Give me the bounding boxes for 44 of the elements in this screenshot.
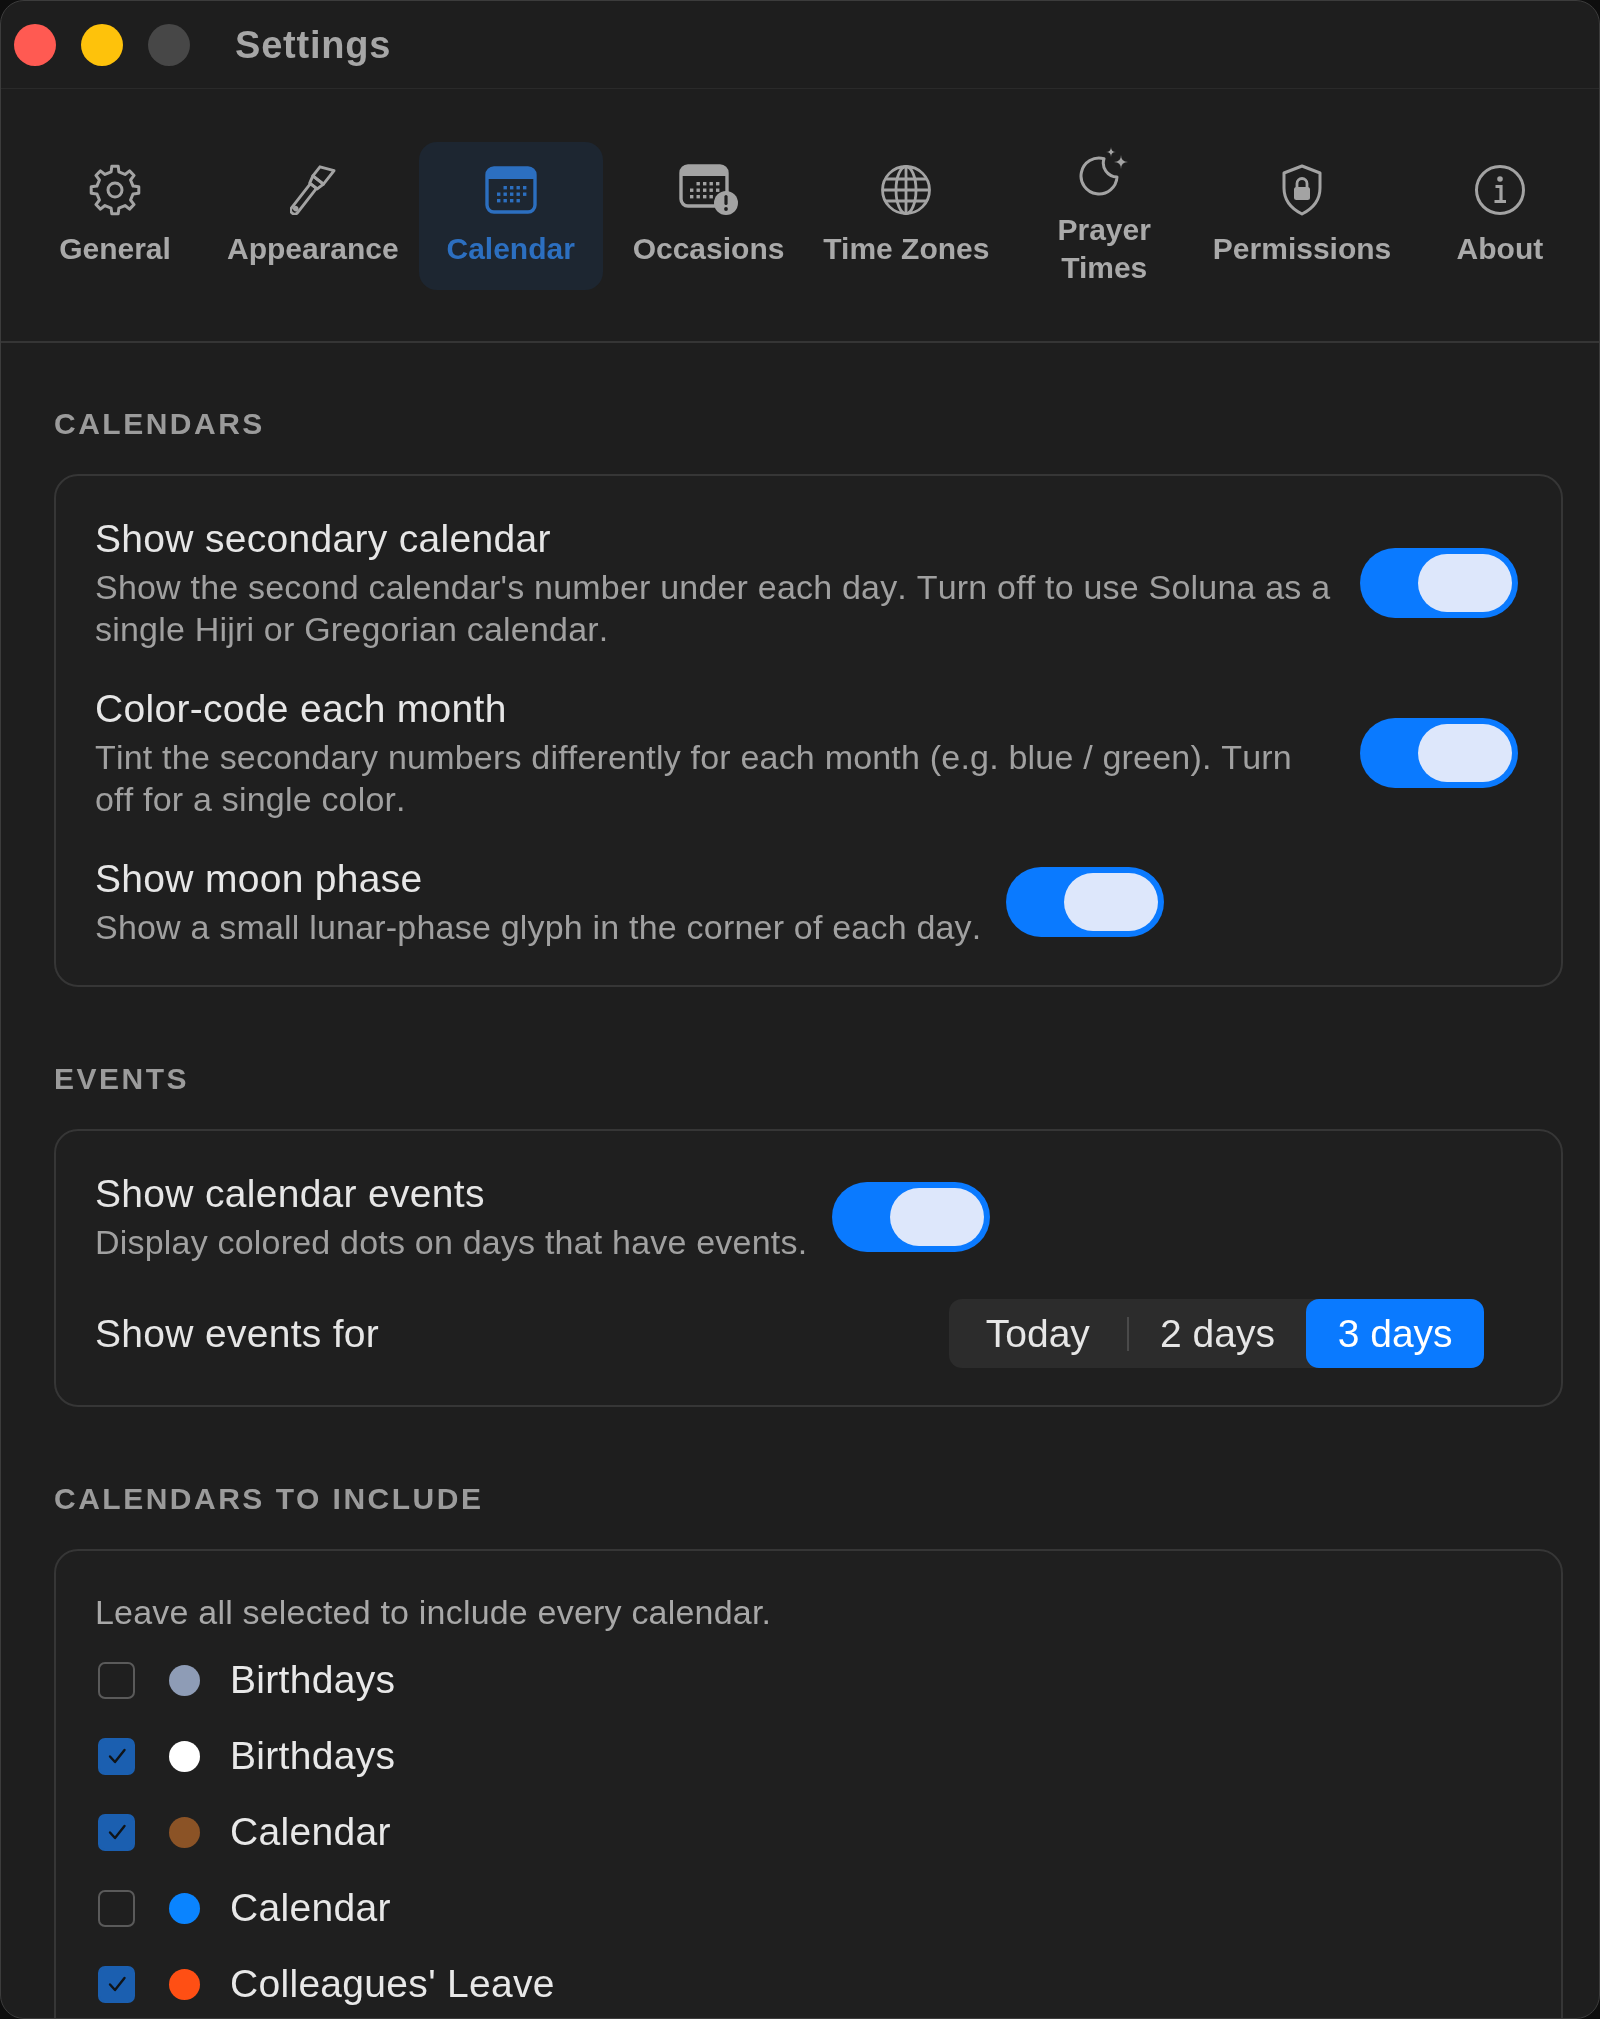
segment-option[interactable]: 3 days [1306,1299,1484,1368]
close-button[interactable] [14,23,56,66]
segment-option[interactable]: Today [949,1299,1127,1368]
calendar-name: Birthdays [230,1657,396,1703]
checkbox[interactable] [98,1661,135,1699]
setting-title: Show moon phase [95,856,424,902]
calendar-name: Calendar [230,1809,391,1855]
setting-description: Tint the secondary numbers differently for each month (e.g. blue / green). Turn off for a single color. [95,737,1293,820]
tab[interactable]: Permissions [1210,142,1395,290]
gear-icon [89,164,141,216]
globe-icon [880,164,933,216]
info-icon [1473,164,1526,216]
paintbrush-icon [289,165,336,215]
tab[interactable]: Prayer Times [1012,142,1197,290]
calendar-name: Calendar [230,1885,391,1931]
setting-title: Show calendar events [95,1171,486,1217]
segmented-control[interactable]: Today 2 days 3 days [949,1299,1484,1368]
calendar-name: Colleagues' Leave [230,1961,555,2007]
tab[interactable]: Appearance [220,142,405,290]
tab[interactable]: Time Zones [814,142,999,290]
section-heading: CALENDARS [54,407,266,441]
checkbox[interactable] [98,1965,135,2003]
setting-title: Color-code each month [95,686,508,732]
segment-option[interactable]: 2 days [1128,1299,1307,1368]
setting-title: Show secondary calendar [95,516,552,562]
checkbox[interactable] [98,1737,135,1775]
section-heading: EVENTS [54,1062,191,1096]
section-heading: CALENDARS TO INCLUDE [54,1482,485,1516]
shield-lock-icon [1280,164,1325,216]
checkbox[interactable] [98,1813,135,1851]
window-title: Settings [235,22,392,68]
checkbox[interactable] [98,1889,135,1927]
setting-label: Show events for [95,1310,380,1357]
minimize-button[interactable] [81,23,123,66]
setting-description: Show the second calendar's number under each day. Turn off to use Soluna as a single Hijri or Gregorian calendar. [95,567,1332,650]
tab[interactable]: Occasions [616,142,801,290]
calendar-alert-icon [678,164,739,216]
hint-text: Leave all selected to include every calendar. [95,1592,773,1633]
setting-description: Display colored dots on days that have events. [95,1222,808,1263]
tab[interactable]: General [23,142,207,290]
setting-description: Show a small lunar-phase glyph in the corner of each day. [95,907,982,948]
calendar-name: Birthdays [230,1733,396,1779]
calendar-icon [484,166,537,214]
tab[interactable]: About [1407,142,1592,290]
